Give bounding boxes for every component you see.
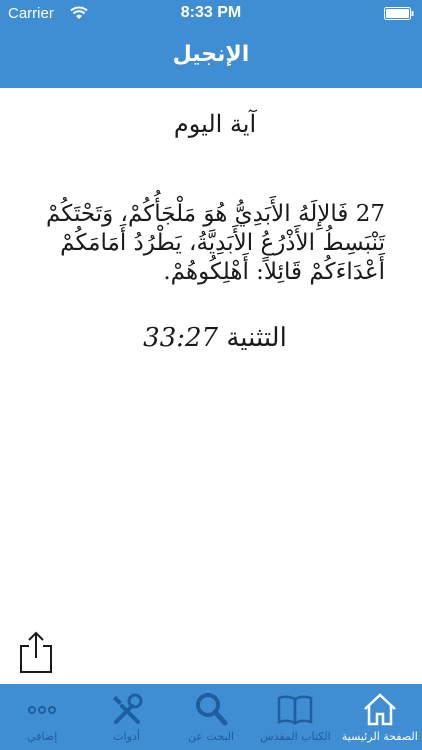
status-bar: Carrier 8:33 PM <box>0 0 422 28</box>
tab-tools[interactable]: أدوات <box>84 684 168 750</box>
tab-home[interactable]: الصفحة الرئيسية <box>338 684 422 750</box>
more-icon <box>28 706 57 714</box>
tab-label: إضافي <box>27 730 58 743</box>
search-icon <box>196 693 228 726</box>
tools-icon <box>112 693 143 724</box>
home-icon <box>363 693 396 726</box>
battery-icon <box>384 7 414 20</box>
verse-heading: آية اليوم <box>173 110 257 138</box>
nav-bar: الإنجيل <box>0 28 422 88</box>
tab-bar: إضافي أدوات البحث عن الكتاب المقدس الصفح… <box>0 684 422 750</box>
verse-reference-number: 33:27 <box>143 323 219 353</box>
tab-bible[interactable]: الكتاب المقدس <box>253 684 337 750</box>
verse-of-the-day: آية اليوم 27 فَالإِلَهُ الأَبَدِيُّ هُوَ… <box>45 92 385 353</box>
tab-label: الصفحة الرئيسية <box>341 730 418 743</box>
share-icon[interactable] <box>18 630 54 674</box>
page-title: الإنجيل <box>172 42 250 67</box>
clock: 8:33 PM <box>180 4 242 21</box>
verse-reference-book: التثنية <box>226 323 287 353</box>
book-icon <box>278 695 313 726</box>
tab-more[interactable]: إضافي <box>0 684 84 750</box>
tab-label: أدوات <box>113 730 140 743</box>
tab-search[interactable]: البحث عن <box>169 684 253 750</box>
verse-text: 27 فَالإِلَهُ الأَبَدِيُّ هُوَ مَلْجَأُك… <box>45 201 385 285</box>
tab-label: الكتاب المقدس <box>260 730 331 743</box>
tab-label: البحث عن <box>187 730 235 743</box>
verse-reference: التثنية 33:27 <box>45 323 385 353</box>
